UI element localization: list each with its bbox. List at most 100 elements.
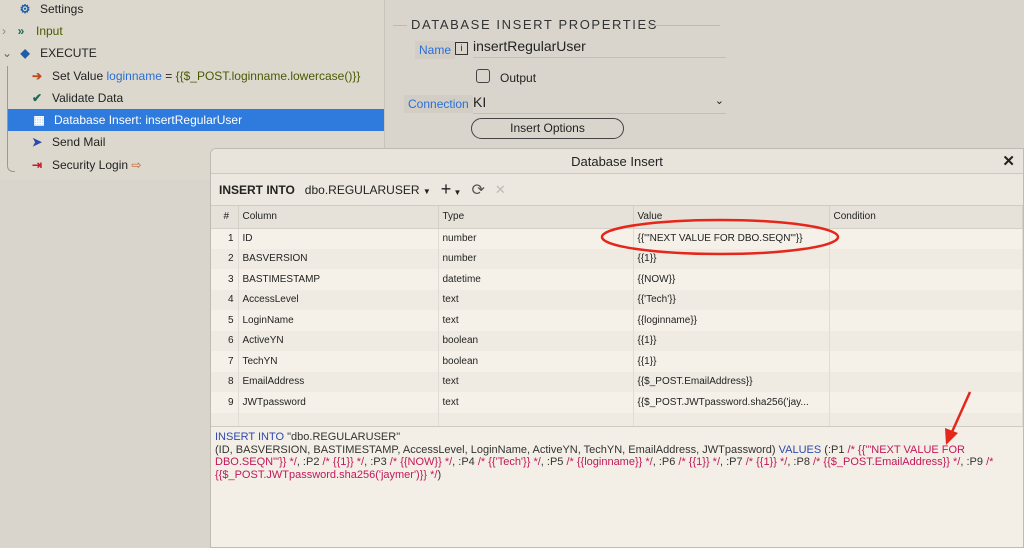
sql-comment: /* {{1}} */ [322, 456, 365, 468]
eq: = [165, 69, 173, 83]
table-row[interactable]: 6 ActiveYN boolean {{1}} [211, 330, 1023, 351]
sql-param: , :P5 [540, 456, 567, 468]
row-number: 1 [211, 228, 239, 249]
remove-icon[interactable]: ✕ [495, 182, 506, 198]
dialog-titlebar: Database Insert ✕ [211, 149, 1023, 174]
table-row[interactable]: 5 LoginName text {{loginname}} [211, 310, 1023, 331]
label: Send Mail [52, 135, 106, 149]
column-type: boolean [438, 351, 634, 372]
sql-columns: (ID, BASVERSION, BASTIMESTAMP, AccessLev… [215, 443, 779, 456]
sql-preview: INSERT INTO "dbo.REGULARUSER" (ID, BASVE… [211, 426, 1023, 547]
column-type: number [438, 228, 634, 249]
sql-param: , :P7 [720, 456, 746, 468]
table-row[interactable]: 8 EmailAddress text {{$_POST.EmailAddress}} [211, 371, 1023, 392]
column-header[interactable]: Type [438, 206, 634, 229]
column-value[interactable]: {{NOW}} [633, 269, 830, 290]
column-condition[interactable] [829, 371, 1023, 392]
column-condition[interactable] [829, 248, 1023, 269]
tree-item-input[interactable]: › » Input [2, 20, 63, 42]
column-type: text [438, 371, 634, 392]
section-title: DATABASE INSERT PROPERTIES [411, 17, 659, 32]
sql-comment: /* {{1}} */ [678, 456, 721, 468]
chevron-down-icon: ⌄ [714, 95, 724, 107]
row-number: 2 [211, 248, 239, 269]
column-header[interactable]: Column [238, 206, 439, 229]
column-header[interactable]: Condition [829, 206, 1023, 229]
row-number: 9 [211, 392, 239, 413]
arrow-circle-icon: ➔ [31, 69, 43, 83]
login-icon: ⇥ [31, 158, 43, 172]
column-condition[interactable] [829, 310, 1023, 331]
column-type: datetime [438, 269, 634, 290]
table-row[interactable]: 7 TechYN boolean {{1}} [211, 351, 1023, 372]
row-number: 7 [211, 351, 239, 372]
column-value[interactable]: {{1}} [633, 351, 830, 372]
connection-value: KI [473, 94, 487, 110]
name-input[interactable]: insertRegularUser [473, 38, 726, 58]
tree-item-settings[interactable]: ⚙ Settings [16, 0, 84, 20]
output-checkbox[interactable] [476, 69, 490, 83]
connection-label: Connection [404, 95, 473, 113]
tree-item-security-login[interactable]: ⇥ Security Login ⇨ [28, 154, 141, 176]
tree-item-set-value[interactable]: ➔ Set Value loginname = {{$_POST.loginnam… [28, 65, 360, 87]
label: Input [36, 24, 63, 38]
sql-keyword: INSERT INTO [215, 431, 285, 443]
sql-table: "dbo.REGULARUSER" [284, 431, 401, 443]
sql-comment: /* {{1}} */ [745, 456, 788, 468]
table-row[interactable]: 3 BASTIMESTAMP datetime {{NOW}} [211, 269, 1023, 290]
sql-end: ) [437, 468, 442, 481]
row-number: 4 [211, 289, 239, 310]
chevron-right-icon[interactable]: › [2, 24, 6, 38]
sql-param: , :P3 [364, 456, 390, 468]
column-name: ActiveYN [238, 330, 439, 351]
box-icon: ◆ [20, 46, 30, 60]
tree-item-send-mail[interactable]: ➤ Send Mail [28, 131, 105, 153]
output-label: Output [500, 71, 537, 85]
column-condition[interactable] [829, 392, 1023, 413]
table-select[interactable]: dbo.REGULARUSER ▼ [305, 183, 431, 197]
paper-plane-icon: ➤ [31, 135, 43, 149]
column-name: BASTIMESTAMP [238, 269, 439, 290]
info-icon[interactable]: i [455, 42, 468, 55]
tree-item-validate[interactable]: ✔ Validate Data [28, 87, 123, 109]
sql-param: (:P1 [821, 443, 848, 456]
close-icon[interactable]: ✕ [1002, 149, 1015, 174]
table-row[interactable]: 2 BASVERSION number {{1}} [211, 248, 1023, 269]
column-value[interactable]: {{'Tech'}} [633, 289, 830, 310]
row-number: 6 [211, 330, 239, 351]
tree-item-database-insert[interactable]: ▦ Database Insert: insertRegularUser [8, 109, 384, 131]
table-name: dbo.REGULARUSER [304, 182, 420, 197]
table-row[interactable]: 9 JWTpassword text {{$_POST.JWTpassword.sha… [211, 392, 1023, 413]
add-column-button[interactable]: + ▼ [441, 179, 462, 200]
refresh-icon[interactable]: ⟳ [471, 180, 484, 200]
label: Database Insert: insertRegularUser [54, 113, 243, 127]
column-value[interactable]: {{'"NEXT VALUE FOR DBO.SEQN"'}} [633, 228, 830, 249]
insert-options-button[interactable]: Insert Options [471, 118, 624, 139]
table-row[interactable]: 4 AccessLevel text {{'Tech'}} [211, 289, 1023, 310]
column-condition[interactable] [829, 289, 1023, 310]
column-name: ID [238, 228, 439, 249]
caret-down-icon: ▼ [422, 186, 431, 196]
column-condition[interactable] [829, 330, 1023, 351]
column-condition[interactable] [829, 351, 1023, 372]
column-value[interactable]: {{1}} [633, 330, 830, 351]
column-value[interactable]: {{loginname}} [633, 310, 830, 331]
column-value[interactable]: {{1}} [633, 248, 830, 269]
column-condition[interactable] [829, 269, 1023, 290]
column-value[interactable]: {{$_POST.JWTpassword.sha256('jay... [633, 392, 830, 413]
chevron-down-icon[interactable]: ⌄ [2, 46, 12, 60]
var: loginname [106, 69, 162, 83]
column-header[interactable]: # [211, 206, 239, 229]
column-name: BASVERSION [238, 248, 439, 269]
column-value[interactable]: {{$_POST.EmailAddress}} [633, 371, 830, 392]
sql-param: , :P9 [960, 456, 987, 468]
expr: {{$_POST.loginname.lowercase()}} [175, 69, 361, 83]
table-row[interactable]: 1 ID number {{'"NEXT VALUE FOR DBO.SEQN"'}} [211, 228, 1023, 249]
connection-select[interactable]: KI ⌄ [473, 94, 726, 114]
column-condition[interactable] [829, 228, 1023, 249]
column-header[interactable]: Value [633, 206, 830, 229]
tree-item-execute[interactable]: ⌄ ◆ EXECUTE [2, 42, 97, 64]
row-number: 5 [211, 310, 239, 331]
label: Validate Data [52, 91, 124, 105]
label: EXECUTE [40, 46, 97, 60]
